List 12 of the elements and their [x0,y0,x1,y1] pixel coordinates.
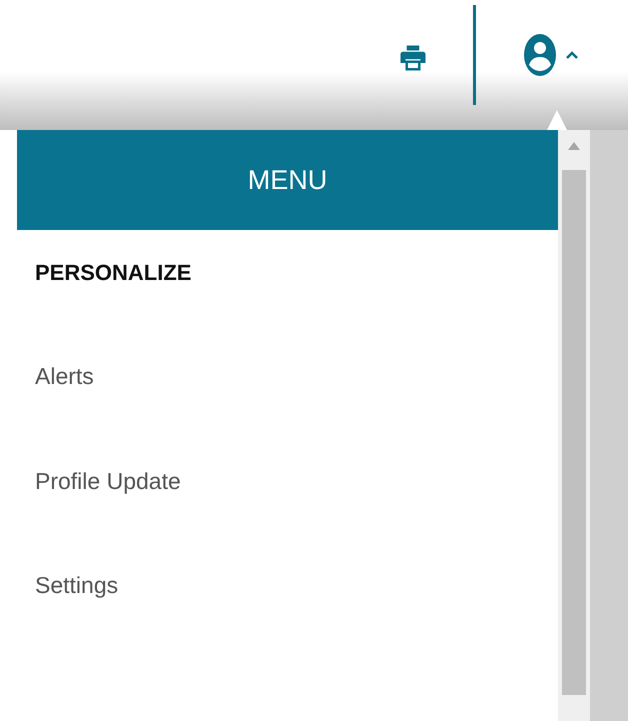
scrollbar[interactable] [558,130,590,721]
scroll-up-icon[interactable] [568,142,580,150]
menu-item[interactable]: Settings [35,568,118,602]
printer-icon [398,43,428,73]
scrollbar-thumb[interactable] [562,170,586,695]
caret-icon [566,51,578,59]
user-icon [522,32,558,78]
menu-title: MENU [248,164,328,197]
menu-item[interactable]: Profile Update [35,464,181,498]
menu-item[interactable]: Alerts [35,359,94,394]
pointer-icon [547,110,567,130]
section-heading: PERSONALIZE [35,259,192,287]
